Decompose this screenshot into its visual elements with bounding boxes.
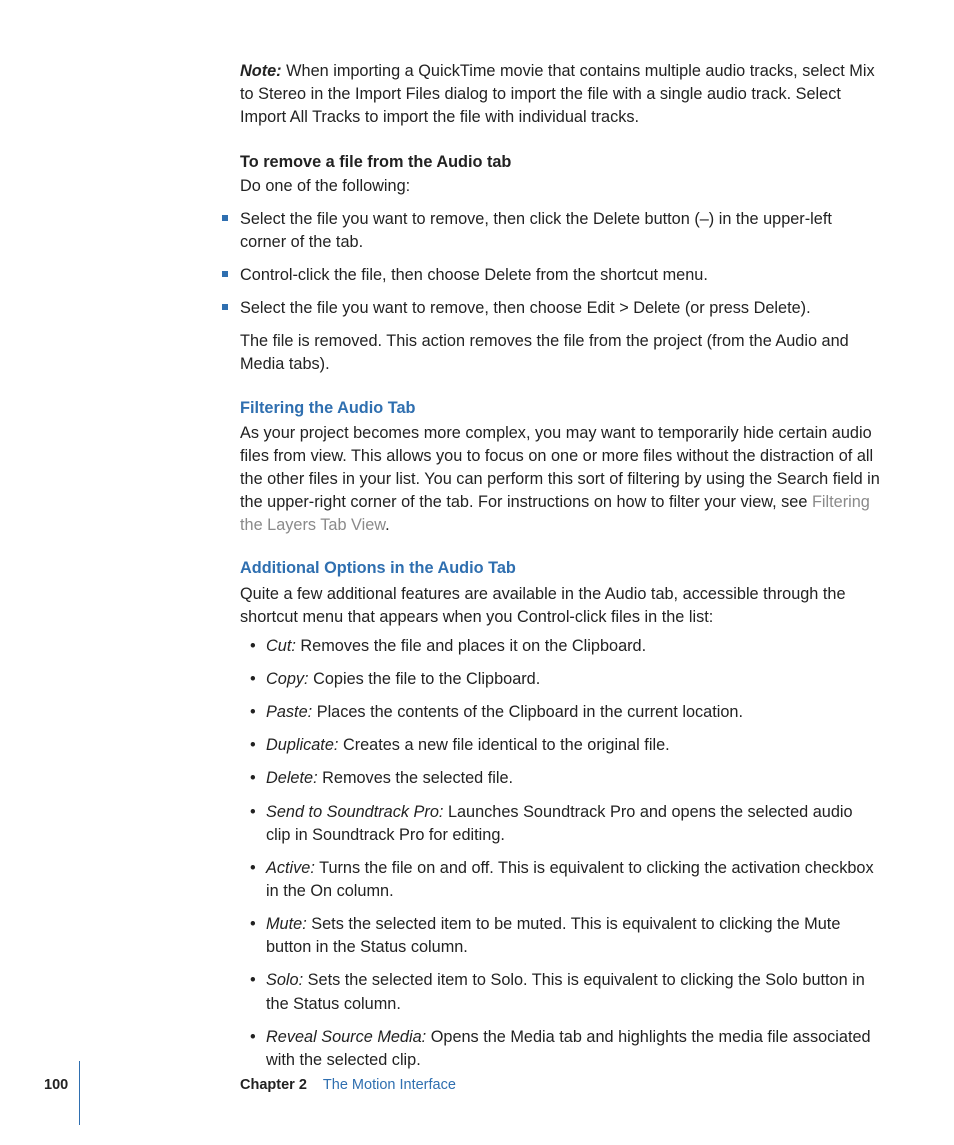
page-content: Note: When importing a QuickTime movie t… [240,60,880,1082]
option-term: Send to Soundtrack Pro: [266,803,443,821]
option-desc: Sets the selected item to be muted. This… [266,915,840,956]
option-term: Cut: [266,637,296,655]
list-item: Active: Turns the file on and off. This … [250,857,880,903]
list-item: Mute: Sets the selected item to be muted… [250,913,880,959]
option-term: Delete: [266,769,318,787]
remove-heading: To remove a file from the Audio tab [240,151,880,174]
list-item: Solo: Sets the selected item to Solo. Th… [250,969,880,1015]
list-item: Select the file you want to remove, then… [222,208,880,254]
option-desc: Turns the file on and off. This is equiv… [266,859,874,900]
option-desc: Copies the file to the Clipboard. [313,670,540,688]
option-term: Active: [266,859,315,877]
option-desc: Removes the file and places it on the Cl… [300,637,646,655]
additional-options-list: Cut: Removes the file and places it on t… [250,635,880,1072]
option-term: Solo: [266,971,303,989]
list-item: Duplicate: Creates a new file identical … [250,734,880,757]
option-desc: Creates a new file identical to the orig… [343,736,670,754]
list-item: Send to Soundtrack Pro: Launches Soundtr… [250,801,880,847]
chapter-title: The Motion Interface [323,1077,456,1093]
page-footer: 100 Chapter 2 The Motion Interface [0,1075,954,1105]
option-term: Mute: [266,915,307,933]
list-item: Reveal Source Media: Opens the Media tab… [250,1026,880,1072]
list-item: Cut: Removes the file and places it on t… [250,635,880,658]
filtering-body: As your project becomes more complex, yo… [240,422,880,538]
chapter-number: Chapter 2 [240,1077,307,1093]
option-term: Copy: [266,670,309,688]
filtering-period: . [385,516,390,534]
option-term: Reveal Source Media: [266,1028,426,1046]
list-item-text: Select the file you want to remove, then… [240,299,811,317]
option-term: Paste: [266,703,312,721]
option-desc: Removes the selected file. [322,769,513,787]
list-item: Paste: Places the contents of the Clipbo… [250,701,880,724]
remove-result: The file is removed. This action removes… [240,330,880,376]
remove-lead: Do one of the following: [240,175,880,198]
remove-steps-list: Select the file you want to remove, then… [222,208,880,377]
note-label: Note: [240,62,282,80]
footer-rule [79,1061,80,1125]
note-paragraph: Note: When importing a QuickTime movie t… [240,60,880,129]
filtering-text: As your project becomes more complex, yo… [240,424,880,511]
option-desc: Places the contents of the Clipboard in … [317,703,743,721]
note-text: When importing a QuickTime movie that co… [240,62,875,126]
additional-heading: Additional Options in the Audio Tab [240,557,880,580]
chapter-label: Chapter 2 The Motion Interface [240,1075,456,1096]
list-item: Copy: Copies the file to the Clipboard. [250,668,880,691]
list-item: Select the file you want to remove, then… [222,297,880,376]
additional-intro: Quite a few additional features are avai… [240,583,880,629]
option-desc: Sets the selected item to Solo. This is … [266,971,865,1012]
option-term: Duplicate: [266,736,338,754]
list-item: Control-click the file, then choose Dele… [222,264,880,287]
page-number: 100 [44,1075,68,1096]
list-item: Delete: Removes the selected file. [250,767,880,790]
filtering-heading: Filtering the Audio Tab [240,397,880,420]
